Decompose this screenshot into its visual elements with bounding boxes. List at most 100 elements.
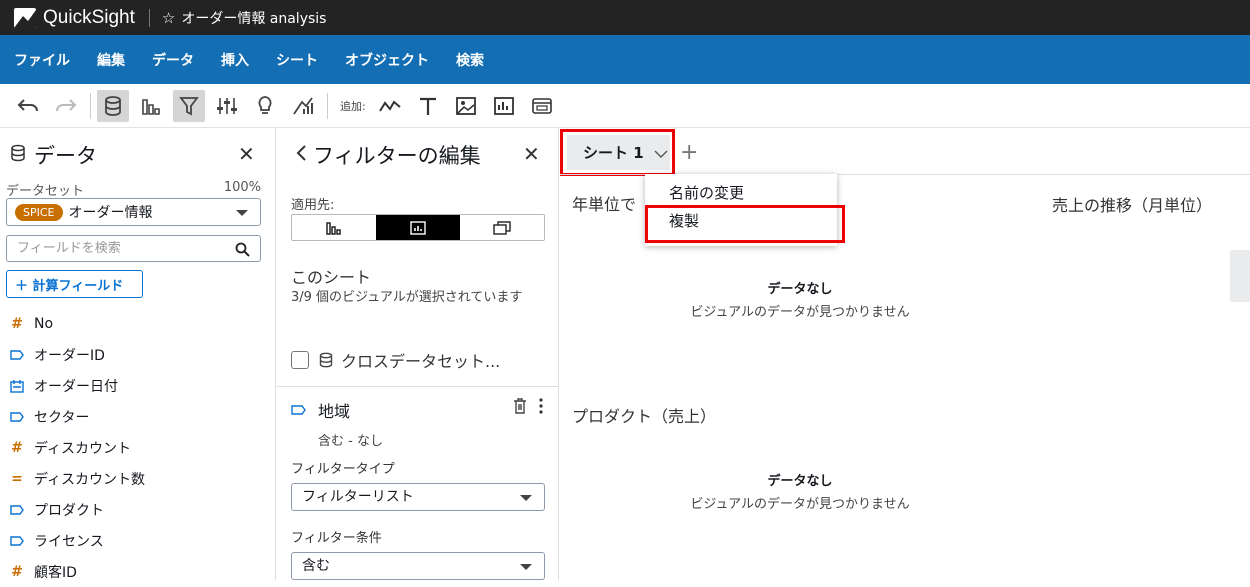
sheet-tab[interactable]: シート 1 [567, 135, 670, 170]
field-item[interactable]: オーダーID [10, 339, 145, 370]
menu-edit[interactable]: 編集 [97, 50, 125, 70]
measure-icon: # [11, 563, 23, 580]
add-calculated-field-button[interactable]: ＋ 計算フィールド [6, 270, 143, 298]
dimension-tag-icon [10, 349, 24, 361]
add-text-icon[interactable] [412, 90, 444, 122]
menu-insert[interactable]: 挿入 [221, 50, 249, 70]
add-sheet-icon[interactable]: + [680, 140, 698, 165]
add-image-icon[interactable] [450, 90, 482, 122]
dimension-tag-icon [291, 404, 306, 416]
no-data-title: データなし [767, 282, 833, 297]
menu-file[interactable]: ファイル [14, 50, 70, 70]
apply-scope-selector [291, 214, 545, 241]
menu-data[interactable]: データ [152, 50, 194, 70]
calendar-icon [10, 379, 24, 393]
scope-visual[interactable] [292, 215, 376, 240]
menu-object[interactable]: オブジェクト [345, 50, 429, 70]
field-search [6, 235, 261, 262]
parameters-icon[interactable] [211, 90, 243, 122]
sheet-context-menu: 名前の変更 複製 [645, 174, 845, 246]
spice-badge: SPICE [15, 203, 63, 221]
field-item[interactable]: オーダー日付 [10, 370, 145, 401]
chevron-down-icon[interactable] [654, 144, 668, 162]
field-item[interactable]: ライセンス [10, 525, 145, 556]
dimension-tag-icon [10, 504, 24, 516]
insights-icon[interactable] [249, 90, 281, 122]
dataset-name: オーダー情報 [68, 205, 153, 221]
add-insight-icon[interactable] [488, 90, 520, 122]
divider [90, 92, 91, 119]
undo-icon[interactable] [12, 90, 44, 122]
field-item[interactable]: # ディスカウント [10, 432, 145, 463]
scope-sheet[interactable] [376, 215, 460, 240]
menu-search[interactable]: 検索 [456, 50, 484, 70]
quicksight-logo[interactable]: QuickSight [14, 7, 135, 29]
favorite-star-icon[interactable]: ☆ [162, 9, 175, 27]
close-icon[interactable]: ✕ [523, 142, 540, 166]
add-embed-icon[interactable] [526, 90, 558, 122]
menu-sheet[interactable]: シート [276, 50, 318, 70]
caret-down-icon [520, 564, 532, 570]
trash-icon[interactable] [513, 398, 527, 414]
field-label: ライセンス [34, 533, 104, 550]
quicksight-logo-icon [14, 7, 36, 28]
filter-actions [513, 398, 543, 414]
visual-title: プロダクト（売上） [572, 407, 717, 426]
more-options-icon[interactable] [539, 398, 543, 414]
divider [148, 8, 150, 27]
no-data-message: ビジュアルのデータが見つかりません [690, 305, 910, 320]
filter-condition-label: フィルター条件 [291, 531, 382, 546]
dimension-tag-icon [10, 411, 24, 423]
menu-bar: ファイル 編集 データ 挿入 シート オブジェクト 検索 [0, 35, 1250, 84]
dataset-row: データセット 100% [6, 180, 261, 199]
filter-condition-value: 含む [302, 558, 330, 574]
filter-field: 地域 [291, 398, 547, 422]
cross-dataset-checkbox[interactable] [291, 351, 309, 369]
divider [327, 92, 328, 119]
data-panel-header: データ [10, 140, 97, 170]
measure-icon: # [11, 315, 23, 332]
database-icon [10, 144, 26, 166]
data-panel: データ ✕ データセット 100% SPICE オーダー情報 ＋ 計算フィールド… [0, 128, 276, 581]
field-item[interactable]: セクター [10, 401, 145, 432]
data-pane-icon[interactable] [97, 89, 129, 122]
this-sheet-label: このシート [291, 268, 372, 287]
field-item[interactable]: プロダクト [10, 494, 145, 525]
redo-icon[interactable] [50, 90, 82, 122]
field-label: ディスカウント [34, 440, 132, 457]
cross-dataset-option[interactable]: クロスデータセット... [291, 348, 500, 372]
duplicate-highlight [645, 205, 845, 243]
dimension-tag-icon [10, 535, 24, 547]
back-chevron-icon[interactable] [295, 144, 307, 166]
search-icon [235, 241, 250, 266]
field-search-input[interactable] [17, 241, 227, 256]
field-item[interactable]: = ディスカウント数 [10, 463, 145, 494]
field-item[interactable]: # 顧客ID [10, 556, 145, 587]
field-label: プロダクト [34, 502, 104, 519]
dataset-label: データセット [6, 184, 85, 199]
filter-card[interactable]: 地域 含む - なし [291, 398, 547, 449]
dataset-select[interactable]: SPICE オーダー情報 [6, 198, 261, 226]
apply-to-label: 適用先: [291, 198, 335, 213]
scope-all-sheets[interactable] [460, 215, 544, 240]
stories-icon[interactable] [287, 90, 319, 122]
database-icon [319, 352, 333, 368]
menu-item-rename[interactable]: 名前の変更 [669, 182, 744, 203]
caret-down-icon [520, 495, 532, 501]
filter-type-label: フィルタータイプ [291, 462, 395, 477]
analysis-title: オーダー情報 analysis [181, 10, 327, 27]
visualize-icon[interactable] [135, 90, 167, 122]
field-label: オーダーID [34, 347, 105, 364]
filter-icon[interactable] [173, 89, 205, 122]
close-icon[interactable]: ✕ [238, 142, 255, 166]
field-label: オーダー日付 [34, 378, 118, 395]
add-visual-icon[interactable] [374, 90, 406, 122]
sheet-tab-label: シート 1 [583, 144, 644, 162]
side-panel-tab[interactable] [1230, 250, 1250, 302]
caret-down-icon [236, 210, 248, 216]
field-item[interactable]: # No [10, 308, 145, 339]
measure-icon: # [11, 439, 23, 456]
filter-type-select[interactable]: フィルターリスト [291, 483, 545, 511]
filter-condition-select[interactable]: 含む [291, 552, 545, 580]
filter-type-value: フィルターリスト [302, 489, 414, 505]
